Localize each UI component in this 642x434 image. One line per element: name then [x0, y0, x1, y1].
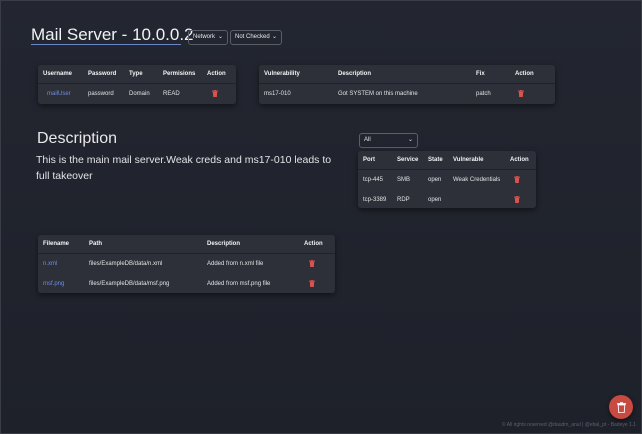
- delete-button[interactable]: [510, 196, 520, 204]
- delete-button[interactable]: [304, 260, 315, 268]
- filename-link[interactable]: n.xml: [43, 261, 57, 267]
- description-heading: Description: [37, 130, 118, 147]
- files-table: Filename Path Description Action n.xml f…: [38, 235, 335, 294]
- table-row: n.xml files/ExampleDB/data/n.xml Added f…: [38, 254, 335, 275]
- column-header: Type: [129, 71, 143, 77]
- column-header: Service: [397, 157, 419, 163]
- ports-table: Port Service State Vulnerable Action tcp…: [358, 151, 536, 210]
- delete-button[interactable]: [207, 90, 218, 98]
- footer-text: © All rights reserved @daudm_anul | @eba…: [501, 422, 636, 428]
- trash-icon: [518, 90, 524, 98]
- table-header-row: Vulnerability Description Fix Action: [259, 65, 555, 84]
- service-cell: RDP: [397, 197, 410, 203]
- column-header: Vulnerable: [453, 157, 484, 163]
- credentials-table: Username Password Type Permisions Action…: [38, 65, 236, 104]
- column-header: Action: [510, 157, 529, 163]
- permissions-cell: READ: [163, 91, 180, 97]
- table-row: mailUser password Domain READ: [38, 84, 236, 105]
- table-row: msf.png files/ExampleDB/data/msf.png Add…: [38, 274, 335, 294]
- state-cell: open: [428, 197, 442, 203]
- file-description-cell: Added from n.xml file: [207, 261, 264, 267]
- column-header: Fix: [476, 71, 485, 77]
- status-select-value: Not Checked: [235, 34, 270, 40]
- fix-cell: patch: [476, 91, 491, 97]
- username-link[interactable]: mailUser: [43, 91, 71, 97]
- port-cell: tcp-445: [363, 177, 384, 183]
- table-row: tcp-445 SMB open Weak Credentials: [358, 170, 536, 191]
- column-header: Description: [338, 71, 372, 77]
- table-header-row: Port Service State Vulnerable Action: [358, 151, 536, 170]
- port-filter-select[interactable]: All ⌄: [359, 133, 418, 148]
- title-underline: [31, 44, 181, 45]
- column-header: Action: [304, 241, 323, 247]
- trash-icon: [514, 176, 520, 184]
- delete-host-button[interactable]: [609, 395, 633, 419]
- network-select-value: Network: [193, 34, 216, 40]
- trash-icon: [514, 196, 520, 204]
- path-cell: files/ExampleDB/data/n.xml: [89, 261, 163, 267]
- port-filter-value: All: [364, 137, 371, 143]
- vulnerabilities-table: Vulnerability Description Fix Action ms1…: [259, 65, 555, 104]
- column-header: Action: [515, 71, 534, 77]
- column-header: Port: [363, 157, 375, 163]
- file-description-cell: Added from msf.png file: [207, 281, 271, 287]
- column-header: Vulnerability: [264, 71, 300, 77]
- column-header: State: [428, 157, 443, 163]
- delete-button[interactable]: [510, 176, 520, 184]
- filename-link[interactable]: msf.png: [43, 281, 64, 287]
- port-cell: tcp-3389: [363, 197, 387, 203]
- credentials-card: Username Password Type Permisions Action…: [38, 65, 236, 104]
- vulnerable-cell: [448, 190, 505, 210]
- column-header: Password: [88, 71, 117, 77]
- state-cell: open: [428, 177, 442, 183]
- status-select[interactable]: Not Checked ⌄: [230, 30, 282, 45]
- trash-icon: [309, 280, 315, 288]
- ports-card: Port Service State Vulnerable Action tcp…: [358, 151, 536, 208]
- chevron-down-icon: ⌄: [271, 34, 277, 40]
- page-title: Mail Server - 10.0.0.2: [31, 25, 194, 44]
- vulnerabilities-card: Vulnerability Description Fix Action ms1…: [259, 65, 555, 104]
- table-header-row: Filename Path Description Action: [38, 235, 335, 254]
- table-header-row: Username Password Type Permisions Action: [38, 65, 236, 84]
- description-cell: Got SYSTEM on this machine: [338, 91, 418, 97]
- delete-button[interactable]: [304, 280, 315, 288]
- trash-icon: [309, 260, 315, 268]
- files-card: Filename Path Description Action n.xml f…: [38, 235, 335, 293]
- service-cell: SMB: [397, 177, 411, 183]
- network-select[interactable]: Network ⌄: [188, 30, 228, 45]
- type-cell: Domain: [129, 91, 150, 97]
- vulnerability-cell: ms17-010: [264, 91, 291, 97]
- column-header: Permisions: [163, 71, 196, 77]
- path-cell: files/ExampleDB/data/msf.png: [89, 281, 170, 287]
- trash-icon: [212, 90, 218, 98]
- delete-button[interactable]: [515, 90, 524, 98]
- password-cell: password: [88, 91, 114, 97]
- trash-icon: [616, 401, 626, 413]
- chevron-down-icon: ⌄: [217, 34, 223, 40]
- chevron-down-icon: ⌄: [407, 137, 413, 143]
- vulnerable-cell: Weak Credentials: [453, 177, 501, 183]
- column-header: Action: [207, 71, 226, 77]
- table-row: ms17-010 Got SYSTEM on this machine patc…: [259, 84, 555, 105]
- table-row: tcp-3389 RDP open: [358, 190, 536, 210]
- column-header: Description: [207, 241, 241, 247]
- description-text: This is the main mail server.Weak creds …: [36, 154, 332, 182]
- column-header: Path: [89, 241, 103, 247]
- column-header: Filename: [43, 241, 70, 247]
- column-header: Username: [43, 71, 73, 77]
